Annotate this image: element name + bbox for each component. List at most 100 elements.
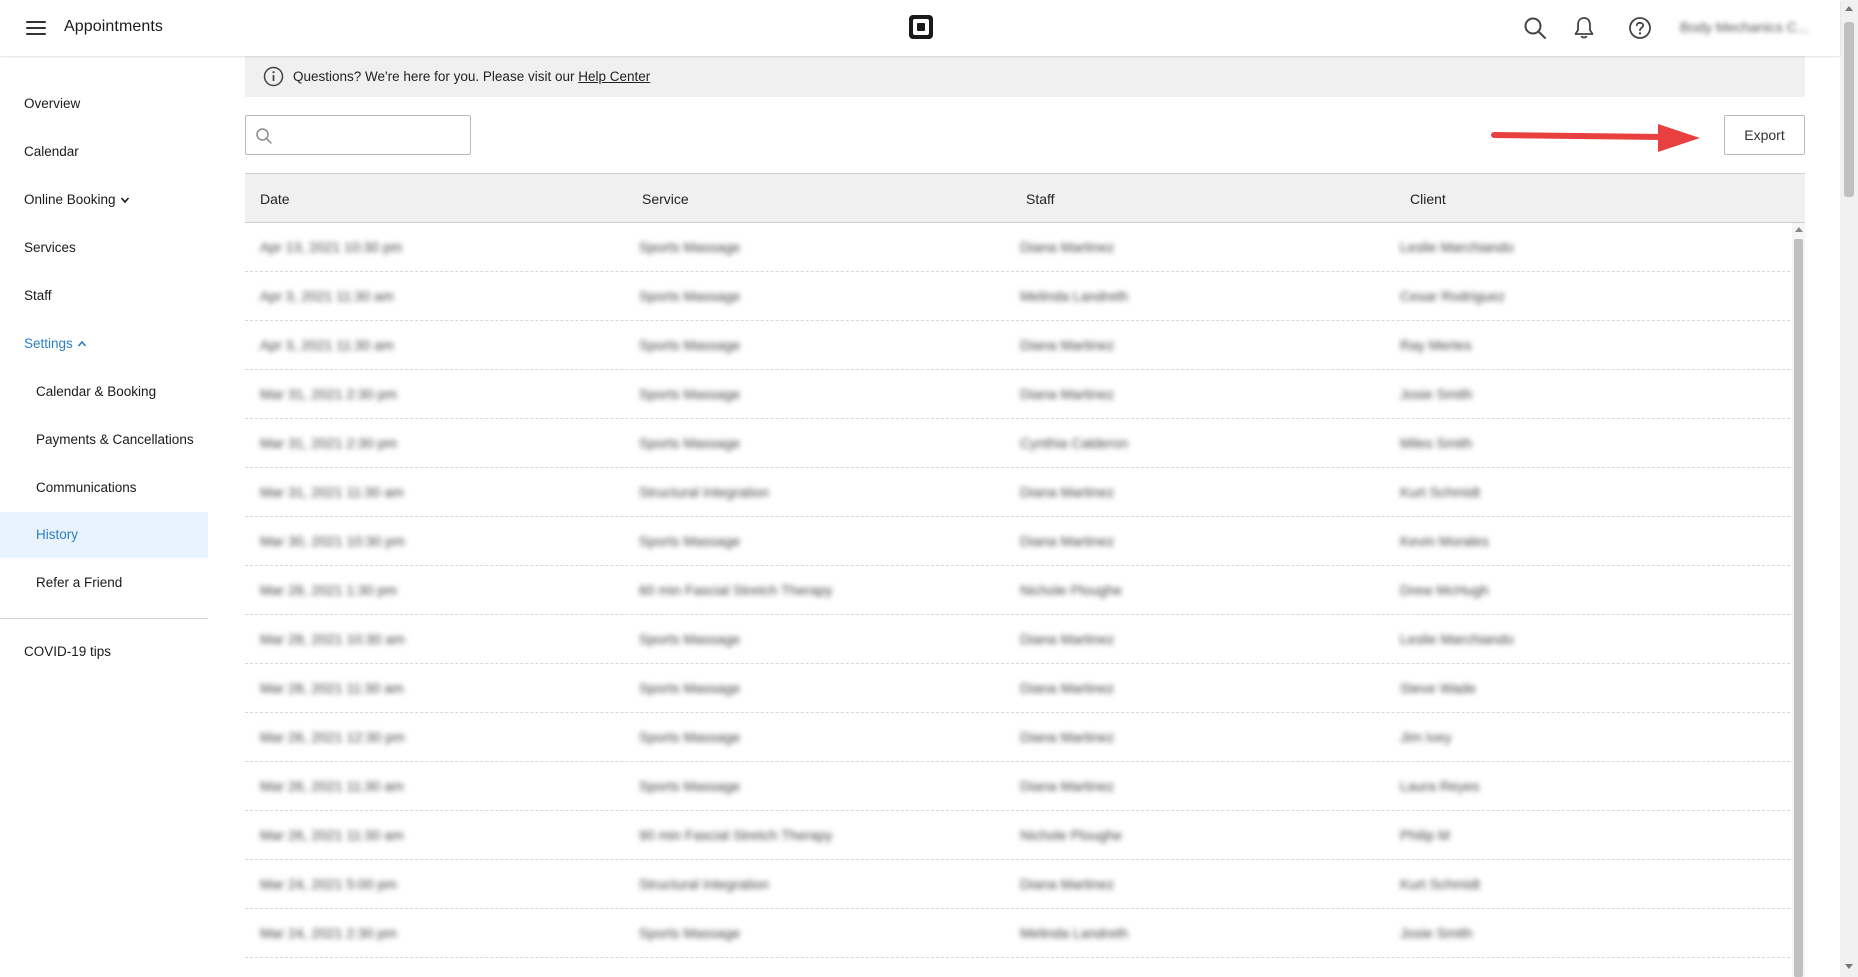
table-cell-service: Sports Massage bbox=[639, 631, 741, 647]
table-cell-client: Kurt Schmidt bbox=[1400, 876, 1481, 892]
column-header-client[interactable]: Client bbox=[1410, 174, 1446, 224]
export-button[interactable]: Export bbox=[1724, 115, 1805, 155]
sidebar-item-label: Online Booking bbox=[24, 192, 116, 207]
table-cell-staff: Cynthia Calderon bbox=[1020, 435, 1129, 451]
table-cell-staff: Diana Martinez bbox=[1020, 337, 1115, 353]
table-row[interactable]: Mar 24, 2021 5:00 pm Structural Integrati… bbox=[245, 860, 1790, 909]
table-cell-service: Structural Integration bbox=[639, 484, 769, 500]
table-cell-staff: Nichole Ploughe bbox=[1020, 582, 1122, 598]
history-table: Date Service Staff Client Apr 13, 2021 1… bbox=[245, 173, 1805, 977]
table-cell-service: Sports Massage bbox=[639, 239, 741, 255]
table-cell-service: Sports Massage bbox=[639, 288, 741, 304]
table-cell-staff: Diana Martinez bbox=[1020, 631, 1115, 647]
square-logo-icon[interactable] bbox=[908, 14, 934, 40]
table-row[interactable]: Mar 28, 2021 1:30 pm 60 min Fascial Stret… bbox=[245, 566, 1790, 615]
table-cell-date: Mar 26, 2021 12:30 pm bbox=[260, 729, 405, 745]
scroll-up-arrow[interactable] bbox=[1795, 227, 1803, 232]
table-cell-service: 60 min Fascial Stretch Therapy bbox=[639, 582, 833, 598]
table-cell-date: Mar 26, 2021 11:30 am bbox=[260, 778, 404, 794]
page-scroll-up-arrow[interactable] bbox=[1845, 6, 1853, 11]
sidebar-item-refer-a-friend[interactable]: Refer a Friend bbox=[0, 560, 208, 606]
table-cell-service: Sports Massage bbox=[639, 337, 741, 353]
help-icon[interactable] bbox=[1627, 15, 1653, 41]
table-cell-service: Sports Massage bbox=[639, 729, 741, 745]
sidebar-item-calendar-booking[interactable]: Calendar & Booking bbox=[0, 369, 208, 415]
table-cell-staff: Diana Martinez bbox=[1020, 876, 1115, 892]
table-row[interactable]: Mar 26, 2021 11:30 am 90 min Fascial Stre… bbox=[245, 811, 1790, 860]
search-input[interactable] bbox=[280, 122, 460, 148]
sidebar-divider bbox=[0, 618, 208, 619]
table-row[interactable]: Mar 28, 2021 10:30 am Sports Massage Diana… bbox=[245, 615, 1790, 664]
bell-icon[interactable] bbox=[1571, 15, 1597, 41]
menu-icon[interactable] bbox=[24, 16, 48, 40]
sidebar-item-label: Overview bbox=[24, 96, 81, 111]
table-cell-service: Structural Integration bbox=[639, 876, 769, 892]
help-banner: Questions? We're here for you. Please vi… bbox=[245, 56, 1805, 97]
table-row[interactable]: Mar 28, 2021 11:30 am Sports Massage Diana… bbox=[245, 664, 1790, 713]
table-cell-date: Mar 31, 2021 11:30 am bbox=[260, 484, 404, 500]
table-cell-client: Jim Ivey bbox=[1400, 729, 1452, 745]
table-cell-service: Sports Massage bbox=[639, 386, 741, 402]
page-scrollbar-thumb[interactable] bbox=[1844, 22, 1854, 197]
search-icon[interactable] bbox=[1522, 15, 1548, 41]
table-row[interactable]: Mar 30, 2021 10:30 pm Sports Massage Diana… bbox=[245, 517, 1790, 566]
sidebar-item-staff[interactable]: Staff bbox=[0, 273, 208, 319]
help-center-link[interactable]: Help Center bbox=[578, 69, 650, 84]
sidebar-item-label: Payments & Cancellations bbox=[36, 432, 194, 447]
sidebar-item-communications[interactable]: Communications bbox=[0, 465, 208, 511]
table-cell-date: Mar 24, 2021 2:30 pm bbox=[260, 925, 397, 941]
table-cell-staff: Diana Martinez bbox=[1020, 778, 1115, 794]
table-row[interactable]: Mar 31, 2021 11:30 am Structural Integrat… bbox=[245, 468, 1790, 517]
sidebar-item-calendar[interactable]: Calendar bbox=[0, 129, 208, 175]
sidebar-item-label: Settings bbox=[24, 336, 73, 351]
sidebar: Overview Calendar Online Booking Service… bbox=[0, 56, 208, 977]
table-row[interactable]: Mar 24, 2021 2:30 pm Sports Massage Melind… bbox=[245, 909, 1790, 958]
sidebar-item-label: COVID-19 tips bbox=[24, 644, 112, 659]
table-cell-service: Sports Massage bbox=[639, 435, 741, 451]
sidebar-item-services[interactable]: Services bbox=[0, 225, 208, 271]
table-row[interactable]: Mar 26, 2021 12:30 pm Sports Massage Diana… bbox=[245, 713, 1790, 762]
table-body: Apr 13, 2021 10:30 pm Sports Massage Diana… bbox=[245, 223, 1790, 977]
table-cell-staff: Diana Martinez bbox=[1020, 729, 1115, 745]
sidebar-item-label: Staff bbox=[24, 288, 52, 303]
table-cell-client: Kurt Schmidt bbox=[1400, 484, 1481, 500]
table-cell-client: Ray Mertes bbox=[1400, 337, 1472, 353]
table-cell-client: Miles Smith bbox=[1400, 435, 1473, 451]
info-icon bbox=[263, 66, 284, 87]
table-row[interactable]: Apr 3, 2021 11:30 am Sports Massage Melind… bbox=[245, 272, 1790, 321]
table-cell-date: Apr 3, 2021 11:30 am bbox=[260, 288, 394, 304]
table-cell-date: Apr 13, 2021 10:30 pm bbox=[260, 239, 403, 255]
column-header-service[interactable]: Service bbox=[642, 174, 689, 224]
table-scrollbar[interactable] bbox=[1792, 223, 1805, 977]
search-field[interactable] bbox=[245, 115, 471, 155]
table-row[interactable]: Mar 31, 2021 2:30 pm Sports Massage Cynthi… bbox=[245, 419, 1790, 468]
table-cell-service: Sports Massage bbox=[639, 778, 741, 794]
table-cell-client: Leslie Marchiando bbox=[1400, 239, 1514, 255]
sidebar-item-online-booking[interactable]: Online Booking bbox=[0, 177, 208, 223]
table-cell-client: Cesar Rodriguez bbox=[1400, 288, 1506, 304]
page-scroll-down-arrow[interactable] bbox=[1845, 964, 1853, 969]
table-cell-date: Mar 26, 2021 11:30 am bbox=[260, 827, 404, 843]
table-row[interactable]: Apr 13, 2021 10:30 pm Sports Massage Diana… bbox=[245, 223, 1790, 272]
sidebar-item-covid-tips[interactable]: COVID-19 tips bbox=[0, 629, 208, 675]
app-title: Appointments bbox=[64, 18, 164, 35]
table-cell-client: Laura Reyes bbox=[1400, 778, 1480, 794]
column-header-staff[interactable]: Staff bbox=[1026, 174, 1055, 224]
user-name[interactable]: Body Mechanics C... bbox=[1680, 19, 1808, 35]
table-cell-staff: Diana Martinez bbox=[1020, 533, 1115, 549]
table-cell-client: Kevin Morales bbox=[1400, 533, 1489, 549]
table-cell-client: Leslie Marchiando bbox=[1400, 631, 1514, 647]
column-header-date[interactable]: Date bbox=[260, 174, 290, 224]
table-scrollbar-thumb[interactable] bbox=[1794, 239, 1803, 977]
annotation-arrow bbox=[1491, 124, 1700, 152]
table-cell-date: Mar 28, 2021 11:30 am bbox=[260, 680, 404, 696]
table-row[interactable]: Mar 26, 2021 11:30 am Sports Massage Diana… bbox=[245, 762, 1790, 811]
sidebar-item-settings[interactable]: Settings bbox=[0, 321, 208, 367]
table-row[interactable]: Mar 31, 2021 2:30 pm Sports Massage Diana … bbox=[245, 370, 1790, 419]
sidebar-item-history[interactable]: History bbox=[0, 512, 208, 558]
page-scrollbar[interactable] bbox=[1840, 0, 1858, 977]
table-row[interactable]: Apr 3, 2021 11:30 am Sports Massage Diana … bbox=[245, 321, 1790, 370]
table-cell-staff: Diana Martinez bbox=[1020, 386, 1115, 402]
sidebar-item-overview[interactable]: Overview bbox=[0, 81, 208, 127]
sidebar-item-payments-cancellations[interactable]: Payments & Cancellations bbox=[0, 417, 208, 463]
